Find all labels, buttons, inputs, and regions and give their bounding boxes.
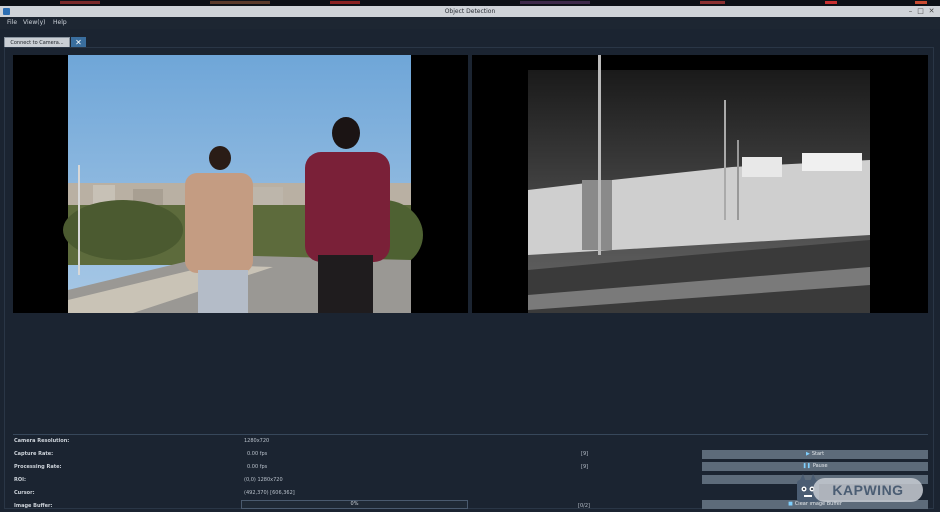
kapwing-watermark: KAPWING (795, 474, 925, 504)
start-button-label: Start (811, 451, 825, 457)
image-buffer-progress: 0% (241, 500, 468, 509)
menu-file[interactable]: File (7, 17, 17, 29)
start-button[interactable]: ▶ Start (702, 450, 928, 459)
pause-button-label: Pause (812, 463, 828, 469)
processing-rate-count: [9] (581, 464, 589, 470)
image-buffer-label: Image Buffer: (14, 503, 53, 509)
image-buffer-progress-text: 0% (350, 501, 359, 507)
tab-bar: Connect to Camera... ✕ (0, 30, 940, 48)
roi-label: ROI: (14, 477, 26, 483)
capture-rate-label: Capture Rate: (14, 451, 54, 457)
rgb-camera-view (13, 55, 468, 313)
kapwing-text: KAPWING (813, 478, 923, 502)
minimize-icon[interactable]: – (906, 7, 915, 16)
cursor-label: Cursor: (14, 490, 35, 496)
menu-help[interactable]: Help (53, 17, 67, 29)
roi-value: (0,0) 1280x720 (244, 477, 283, 483)
divider (13, 434, 928, 435)
window-title: Object Detection (444, 8, 496, 15)
rgb-video-frame (13, 55, 468, 313)
camera-resolution-label: Camera Resolution: (14, 438, 70, 444)
pause-icon: ❚❚ (802, 463, 811, 469)
close-window-icon[interactable]: ✕ (927, 7, 936, 16)
window-titlebar: Object Detection – □ ✕ (0, 6, 940, 17)
thermal-camera-view (472, 55, 928, 313)
menu-bar: File View(y) Help (0, 17, 940, 29)
maximize-icon[interactable]: □ (916, 7, 925, 16)
image-buffer-count: [0/2] (578, 503, 590, 509)
processing-rate-value: 0.00 fps (247, 464, 268, 470)
trash-icon: ■ (788, 501, 793, 507)
capture-rate-value: 0.00 fps (247, 451, 268, 457)
pause-button[interactable]: ❚❚ Pause (702, 462, 928, 471)
menu-view[interactable]: View(y) (23, 17, 45, 29)
thermal-video-frame (472, 55, 928, 313)
processing-rate-label: Processing Rate: (14, 464, 62, 470)
play-icon: ▶ (805, 451, 810, 457)
camera-resolution-value: 1280x720 (244, 438, 270, 444)
capture-rate-count: [9] (581, 451, 589, 457)
cursor-value: (492,370) [606,362] (244, 490, 295, 496)
